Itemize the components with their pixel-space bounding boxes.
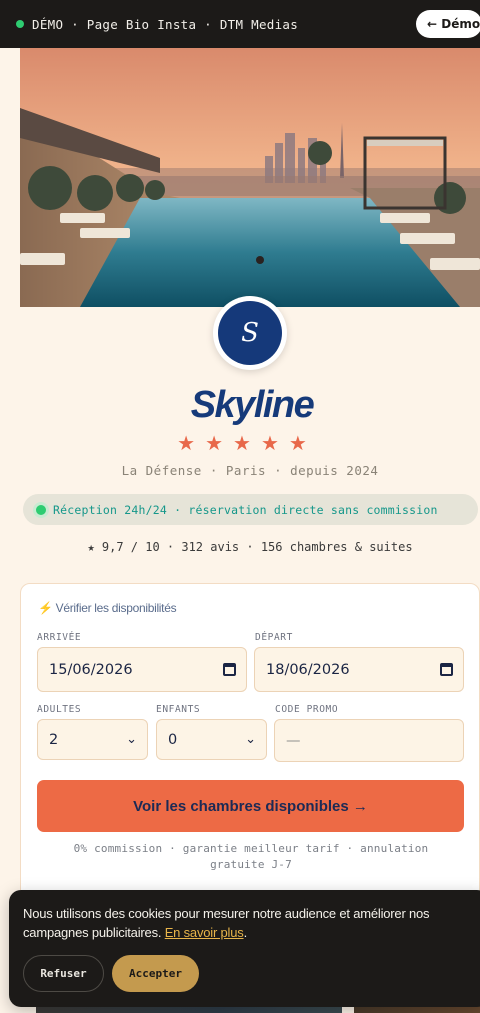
- promo-placeholder: —: [286, 732, 301, 749]
- hotel-name: Skyline: [190, 384, 315, 426]
- departure-date-value: 18/06/2026: [266, 661, 350, 678]
- booking-title-text: Vérifier les disponibilités: [55, 601, 177, 615]
- demo-banner: DÉMO · Page Bio Insta · DTM Medias: [16, 17, 298, 32]
- learn-more-link[interactable]: En savoir plus: [165, 925, 244, 940]
- children-value: 0: [168, 731, 178, 748]
- status-dot-icon: [16, 20, 24, 28]
- refuse-cookies-button[interactable]: Refuser: [23, 955, 104, 992]
- calendar-icon[interactable]: [440, 663, 453, 676]
- calendar-icon[interactable]: [223, 663, 236, 676]
- hotel-logo: S: [213, 296, 287, 370]
- hotel-stats: ★ 9,7 / 10 · 312 avis · 156 chambres & s…: [87, 540, 413, 554]
- see-rooms-button[interactable]: Voir les chambres disponibles →: [37, 780, 464, 832]
- banner-text: DÉMO · Page Bio Insta · DTM Medias: [32, 16, 299, 32]
- top-bar: DÉMO · Page Bio Insta · DTM Medias: [0, 0, 480, 48]
- hotel-location: La Défense · Paris · depuis 2024: [121, 463, 379, 478]
- logo-initial: S: [218, 301, 282, 365]
- hero-photo: [20, 48, 480, 307]
- children-select[interactable]: 0 ⌄: [156, 719, 267, 760]
- arrival-label: ARRIVÉE: [37, 632, 82, 643]
- reception-text: Réception 24h/24 · réservation directe s…: [53, 502, 438, 517]
- cookie-punct: .: [243, 925, 248, 940]
- booking-title: ⚡ Vérifier les disponibilités: [38, 601, 177, 615]
- arrival-date-value: 15/06/2026: [49, 661, 133, 678]
- accept-cookies-button[interactable]: Accepter: [112, 955, 199, 992]
- departure-date-input[interactable]: 18/06/2026: [254, 647, 464, 692]
- lightning-icon: ⚡: [38, 601, 53, 615]
- cookie-banner: Nous utilisons des cookies pour mesurer …: [9, 890, 480, 1007]
- reception-badge: Réception 24h/24 · réservation directe s…: [23, 494, 478, 525]
- online-dot-icon: [36, 504, 46, 515]
- adults-value: 2: [49, 731, 59, 748]
- chevron-down-icon: ⌄: [126, 732, 137, 747]
- cookie-message: Nous utilisons des cookies pour mesurer …: [23, 904, 443, 942]
- arrival-date-input[interactable]: 15/06/2026: [37, 647, 247, 692]
- chevron-down-icon: ⌄: [245, 732, 256, 747]
- adults-select[interactable]: 2 ⌄: [37, 719, 148, 760]
- promo-code-input[interactable]: —: [274, 719, 464, 762]
- booking-card: ⚡ Vérifier les disponibilités ARRIVÉE 15/…: [20, 583, 480, 913]
- adults-label: ADULTES: [37, 704, 82, 715]
- star-rating: ★★★★★: [177, 431, 317, 455]
- booking-guarantee-note: 0% commission · garantie meilleur tarif …: [73, 842, 429, 871]
- children-label: ENFANTS: [156, 704, 201, 715]
- promo-label: CODE PROMO: [275, 704, 339, 715]
- hero-image: [20, 48, 480, 307]
- departure-label: DÉPART: [255, 632, 293, 643]
- back-to-demo-button[interactable]: ← Démo: [416, 10, 480, 38]
